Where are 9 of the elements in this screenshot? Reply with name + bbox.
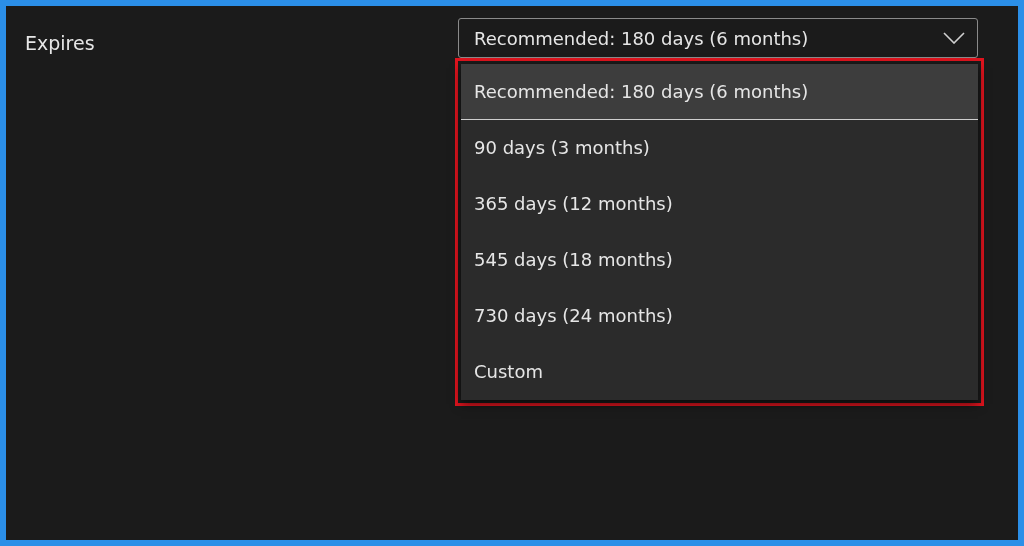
dropdown-option[interactable]: Recommended: 180 days (6 months) [461,64,978,120]
dropdown-option[interactable]: 545 days (18 months) [461,232,978,288]
chevron-icon [943,32,965,44]
dropdown-option[interactable]: Custom [461,344,978,400]
dropdown-option[interactable]: 90 days (3 months) [461,120,978,176]
dropdown-option[interactable]: 730 days (24 months) [461,288,978,344]
dropdown-option[interactable]: 365 days (12 months) [461,176,978,232]
expires-dropdown[interactable]: Recommended: 180 days (6 months) [458,18,978,58]
field-label: Expires [25,32,95,56]
